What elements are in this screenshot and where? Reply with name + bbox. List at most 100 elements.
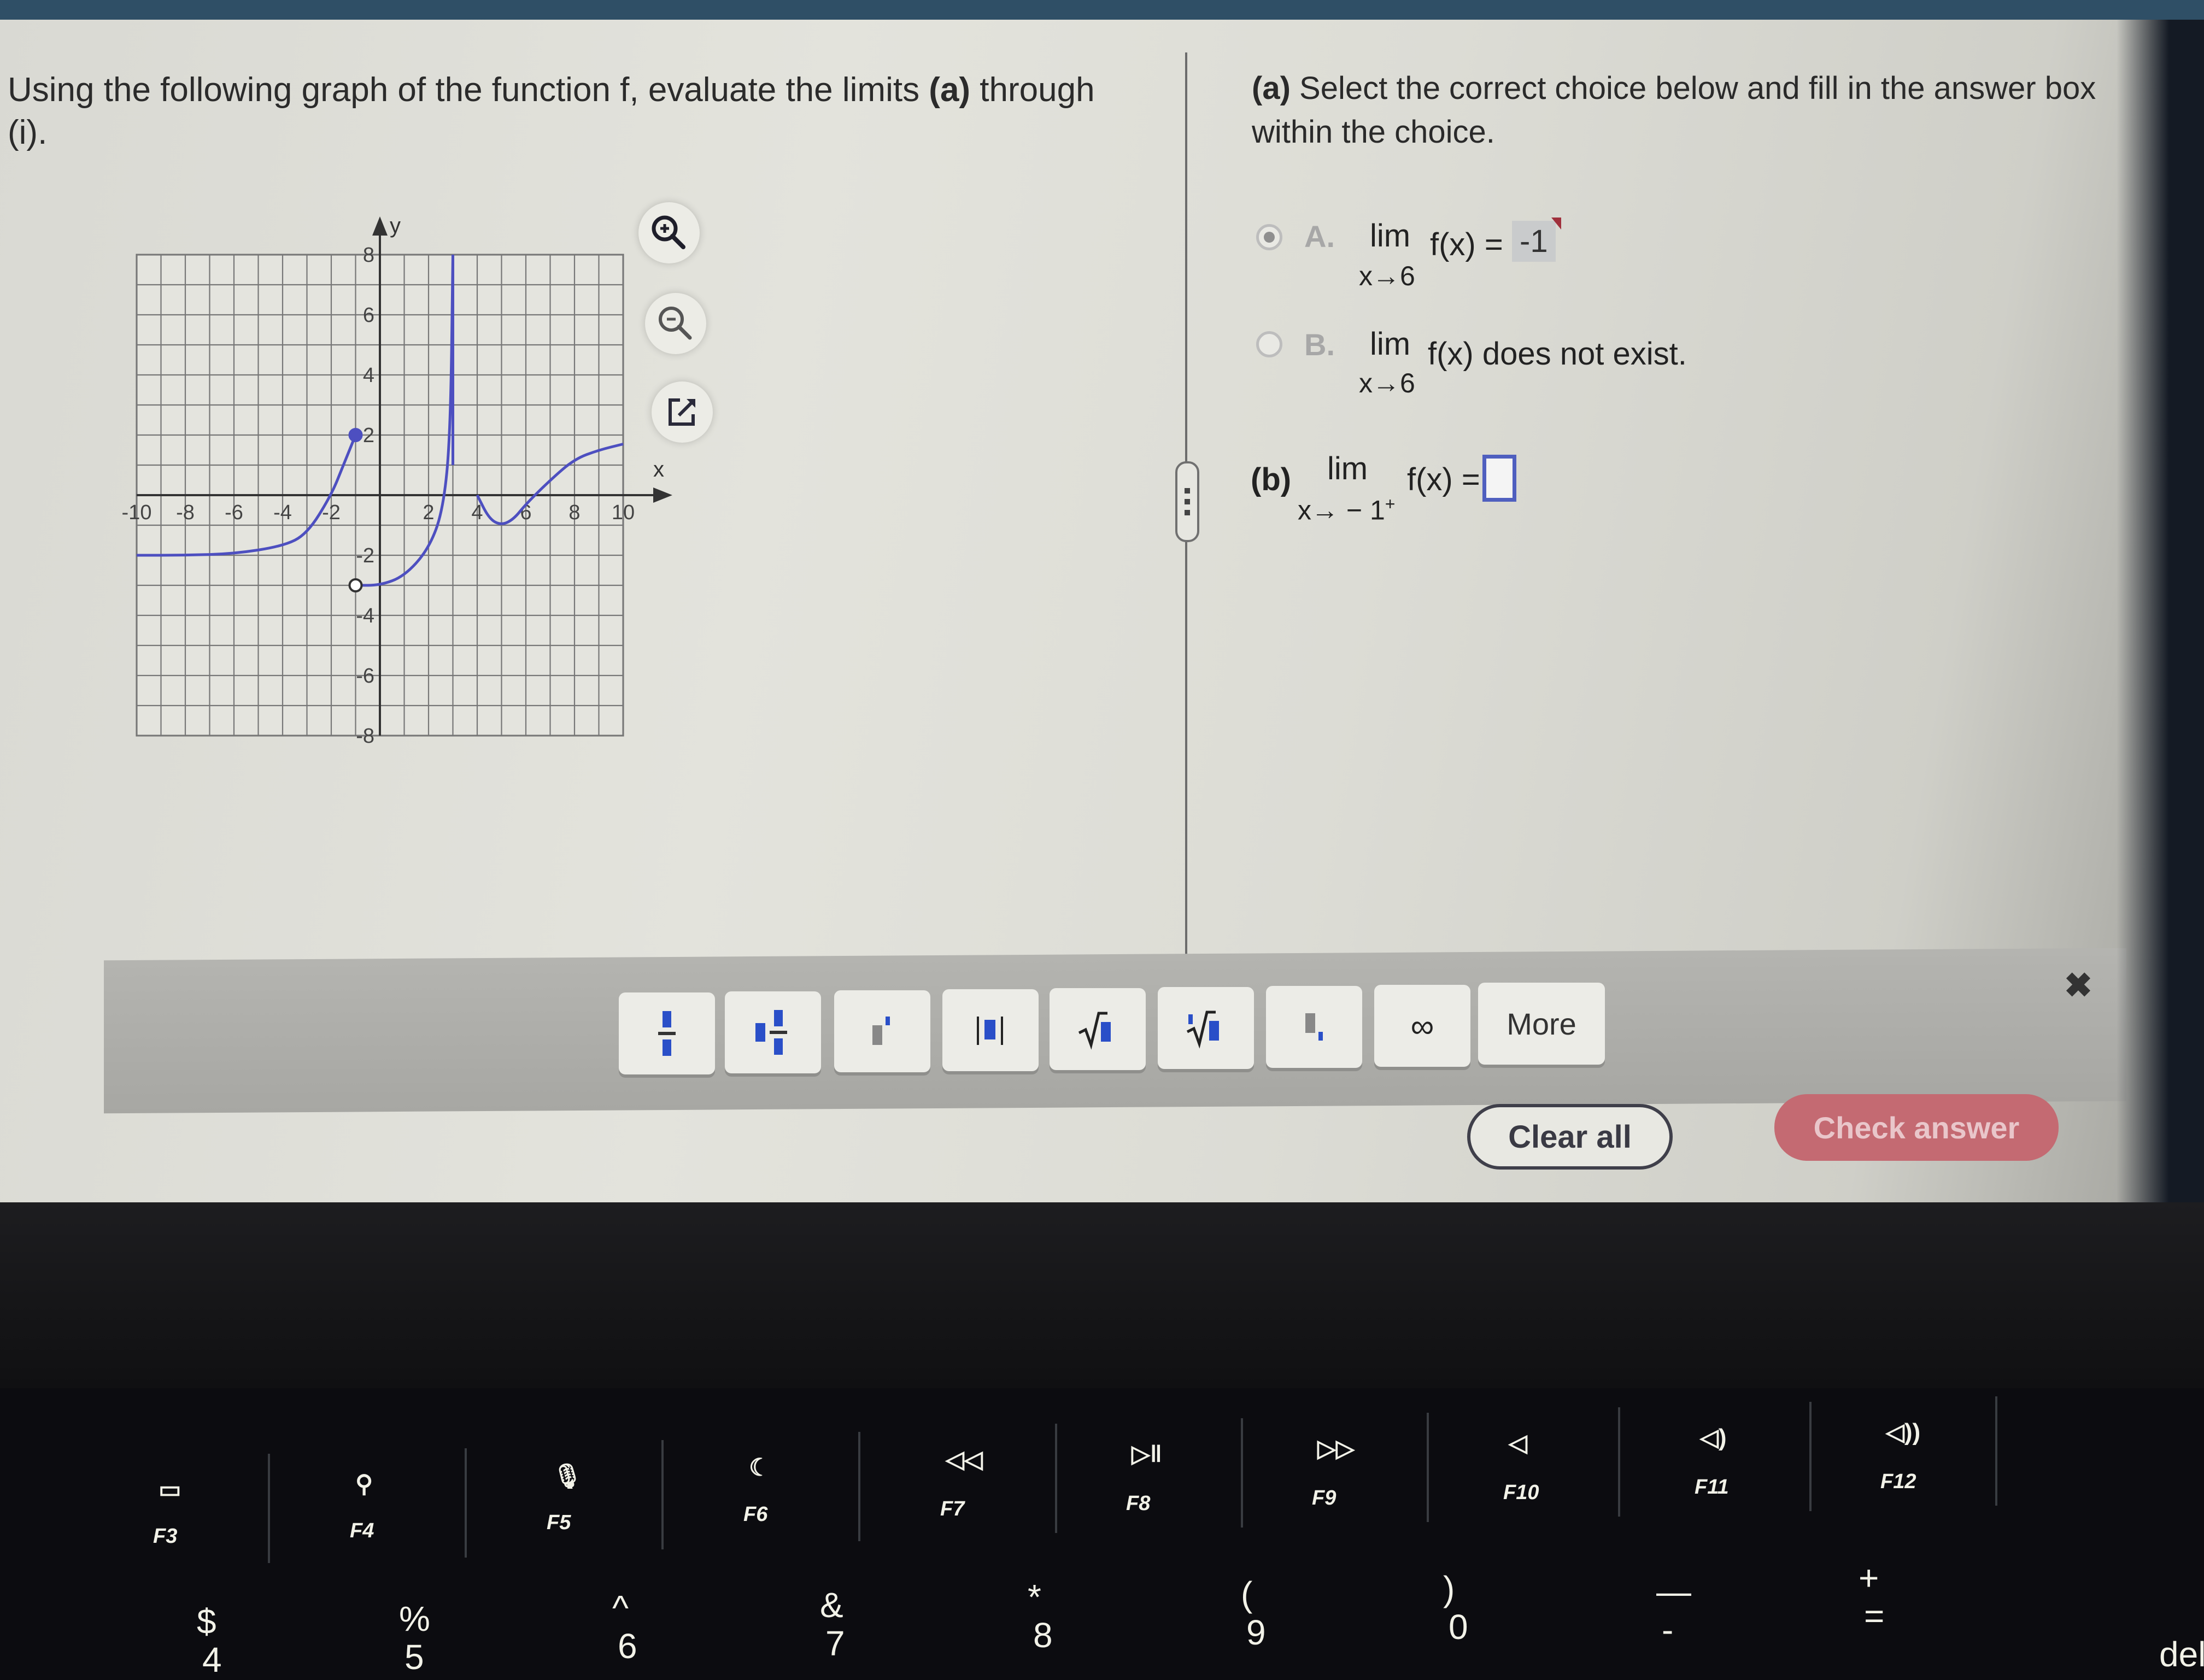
part-a-label: (a) <box>1252 71 1291 106</box>
mixed-number-button[interactable] <box>725 991 821 1073</box>
more-button[interactable]: More <box>1478 983 1605 1065</box>
open-endpoint <box>348 578 363 592</box>
key-bottom-symbol: - <box>1662 1610 1674 1649</box>
answer-flag-icon <box>1551 218 1561 230</box>
key-top-symbol: % <box>399 1599 430 1638</box>
key-bottom-symbol: 9 <box>1246 1613 1266 1652</box>
fn-key-label: F7 <box>940 1497 965 1520</box>
zoom-in-button[interactable] <box>638 202 700 263</box>
key-edge <box>1055 1424 1057 1533</box>
moon-icon: ☾ <box>749 1454 771 1481</box>
popout-button[interactable] <box>652 381 713 443</box>
volume-down-icon: ◁) <box>1700 1424 1727 1451</box>
choice-b-radio[interactable] <box>1256 331 1282 357</box>
choice-b-lim: lim <box>1370 326 1411 362</box>
infinity-icon: ∞ <box>1410 1007 1434 1044</box>
more-label: More <box>1507 1006 1576 1041</box>
play-pause-icon: ▷‖ <box>1132 1441 1162 1467</box>
check-answer-label: Check answer <box>1813 1110 2020 1145</box>
fn-key-label: F3 <box>153 1525 178 1548</box>
x-tick-label: -8 <box>176 501 195 524</box>
part-a-instructions: (a) Select the correct choice below and … <box>1252 67 2126 154</box>
key-bottom-symbol: = <box>1864 1596 1885 1636</box>
fn-key-label: F12 <box>1880 1470 1916 1493</box>
part-b-label: (b) <box>1251 462 1292 497</box>
search-icon: ⚲ <box>355 1471 373 1497</box>
x-tick-label: -4 <box>273 501 292 524</box>
key-top-symbol: ^ <box>612 1588 629 1628</box>
part-a-text: Select the correct choice below and fill… <box>1252 71 2096 150</box>
sqrt-icon <box>1078 1012 1111 1050</box>
y-axis-label: y <box>390 214 401 238</box>
exponent-button[interactable] <box>834 990 930 1072</box>
infinity-button[interactable]: ∞ <box>1374 985 1470 1067</box>
mute-icon: ◁ <box>1509 1430 1527 1456</box>
square-root-button[interactable] <box>1050 988 1146 1070</box>
key-edge <box>1995 1396 1997 1506</box>
key-edge <box>1618 1407 1620 1517</box>
key-bottom-symbol: 5 <box>405 1637 424 1677</box>
key-top-symbol: ) <box>1443 1569 1455 1608</box>
choice-a-answer-value: -1 <box>1520 224 1548 259</box>
rewind-icon: ◁◁ <box>946 1446 983 1473</box>
key-bottom-symbol: 7 <box>825 1624 845 1663</box>
clear-all-button[interactable]: Clear all <box>1467 1104 1673 1170</box>
part-b-lim: lim <box>1327 451 1368 486</box>
fn-key-label: F9 <box>1312 1487 1337 1509</box>
x-tick-label: -6 <box>225 501 243 524</box>
fraction-button[interactable] <box>619 992 715 1074</box>
subscript-button[interactable] <box>1266 986 1362 1068</box>
y-tick-label: 6 <box>363 304 374 327</box>
key-edge <box>858 1432 860 1541</box>
divider-drag-handle[interactable] <box>1175 461 1199 542</box>
screen-edge-shadow <box>2117 20 2204 1235</box>
fast-forward-icon: ▷▷ <box>1317 1435 1355 1462</box>
fn-key-label: F6 <box>743 1503 768 1526</box>
key-top-symbol: + <box>1859 1558 1879 1597</box>
absolute-value-button[interactable] <box>942 989 1039 1071</box>
fn-key-label: F10 <box>1503 1481 1539 1504</box>
y-tick-label: -8 <box>356 725 374 748</box>
clear-all-label: Clear all <box>1508 1119 1632 1155</box>
x-tick-label: -10 <box>122 501 152 524</box>
prompt-part-a: (a) <box>929 71 971 109</box>
key-bottom-symbol: 8 <box>1033 1616 1053 1655</box>
part-b-lim-sub: x→ − 1+ <box>1298 494 1395 526</box>
key-top-symbol: $ <box>197 1602 216 1641</box>
choice-a-radio[interactable] <box>1256 224 1282 250</box>
part-b-sub-sup: + <box>1385 494 1396 514</box>
check-answer-button[interactable]: Check answer <box>1774 1094 2059 1161</box>
y-tick-label: 4 <box>363 364 374 387</box>
part-b-answer-input[interactable] <box>1482 455 1516 502</box>
handle-dot <box>1185 499 1190 504</box>
choice-a-answer-box[interactable]: -1 <box>1512 218 1561 262</box>
x-axis-label: x <box>653 457 664 481</box>
absolute-value-icon <box>977 1017 1003 1045</box>
y-tick-label: -2 <box>356 544 374 567</box>
key-top-symbol: & <box>820 1585 843 1625</box>
key-edge <box>1809 1402 1812 1511</box>
x-axis-arrow <box>653 487 672 503</box>
fn-key-label: F8 <box>1126 1492 1151 1515</box>
handle-dot <box>1185 488 1190 494</box>
close-toolbar-button[interactable]: ✖ <box>2064 965 2092 1005</box>
fraction-icon <box>658 1011 676 1056</box>
y-tick-label: -4 <box>356 604 374 627</box>
microphone-icon: 🎙︎ <box>552 1463 583 1490</box>
key-edge <box>1241 1418 1243 1528</box>
fn-key-label: F5 <box>547 1511 571 1534</box>
part-b-expression: f(x) = <box>1407 462 1480 497</box>
nth-root-button[interactable] <box>1158 987 1254 1069</box>
mixed-number-icon <box>755 1010 787 1055</box>
choice-b-letter: B. <box>1304 327 1335 362</box>
zoom-in-icon <box>652 215 685 249</box>
key-edge <box>1427 1413 1429 1522</box>
key-edge <box>268 1454 270 1563</box>
prompt-text: Using the following graph of the functio… <box>8 71 929 109</box>
prompt-line-2: (i). <box>8 114 48 151</box>
browser-screen: Using the following graph of the functio… <box>0 0 2204 1235</box>
laptop-bezel <box>0 1202 2204 1388</box>
choice-a-expression: f(x) = <box>1430 227 1503 262</box>
x-tick-label: 8 <box>568 501 580 524</box>
zoom-out-button[interactable] <box>645 293 706 354</box>
